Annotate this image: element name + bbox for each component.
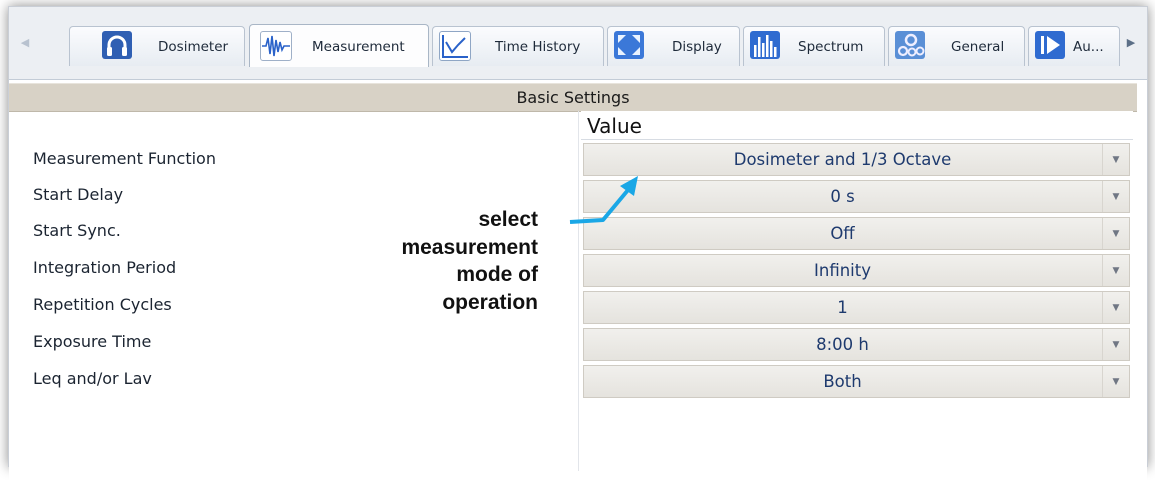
tab-label-spectrum: Spectrum xyxy=(798,39,864,55)
tab-auto[interactable]: Au... xyxy=(1028,26,1120,66)
tab-measurement[interactable]: Measurement xyxy=(249,24,429,67)
play-icon xyxy=(1035,31,1065,59)
leq-lav-dropdown[interactable]: Both ▼ xyxy=(583,365,1130,398)
annotation-line: measurement xyxy=(401,235,538,259)
annotation-line: operation xyxy=(442,290,538,314)
label-repetition-cycles: Repetition Cycles xyxy=(33,295,172,314)
tab-strip: ◀ Dosimeter Measurement Time History Dis… xyxy=(9,7,1147,79)
annotation-line: select xyxy=(478,208,538,231)
chevron-down-icon[interactable]: ▼ xyxy=(1102,366,1129,397)
label-leq-lav: Leq and/or Lav xyxy=(33,369,152,388)
settings-window: ◀ Dosimeter Measurement Time History Dis… xyxy=(8,6,1148,480)
label-exposure-time: Exposure Time xyxy=(33,332,152,351)
repetition-cycles-value: 1 xyxy=(837,298,848,317)
scroll-right-icon[interactable]: ▶ xyxy=(1123,26,1139,58)
settings-content: Basic Settings Value Measurement Functio… xyxy=(9,79,1147,480)
annotation-line: mode of xyxy=(456,263,538,286)
gears-icon xyxy=(895,31,925,59)
chevron-down-icon[interactable]: ▼ xyxy=(1102,144,1129,175)
tab-label-measurement: Measurement xyxy=(312,39,405,55)
tab-spectrum[interactable]: Spectrum xyxy=(743,26,885,66)
section-header: Basic Settings xyxy=(9,83,1137,112)
spectrum-bars-icon xyxy=(750,31,780,59)
tab-display[interactable]: Display xyxy=(607,26,740,66)
value-column-header: Value xyxy=(581,111,1133,140)
expand-arrows-icon xyxy=(614,31,644,59)
tab-label-time-history: Time History xyxy=(495,39,581,55)
annotation-arrow-icon xyxy=(569,176,638,224)
start-delay-dropdown[interactable]: 0 s ▼ xyxy=(583,180,1130,213)
measurement-function-dropdown[interactable]: Dosimeter and 1/3 Octave ▼ xyxy=(583,143,1130,176)
tab-label-display: Display xyxy=(672,39,722,55)
scroll-left-icon[interactable]: ◀ xyxy=(17,26,33,58)
label-start-sync: Start Sync. xyxy=(33,221,121,240)
exposure-time-value: 8:00 h xyxy=(816,335,869,354)
chevron-down-icon[interactable]: ▼ xyxy=(1102,218,1129,249)
label-integration-period: Integration Period xyxy=(33,258,177,277)
tab-label-dosimeter: Dosimeter xyxy=(158,39,229,55)
tab-label-auto: Au... xyxy=(1073,39,1104,55)
chevron-down-icon[interactable]: ▼ xyxy=(1102,292,1129,323)
repetition-cycles-dropdown[interactable]: 1 ▼ xyxy=(583,291,1130,324)
headphones-icon xyxy=(102,31,132,59)
measurement-function-value: Dosimeter and 1/3 Octave xyxy=(733,150,952,169)
integration-period-dropdown[interactable]: Infinity ▼ xyxy=(583,254,1130,287)
start-sync-dropdown[interactable]: Off ▼ xyxy=(583,217,1130,250)
annotation-callout: select measurement mode of operation xyxy=(318,206,538,316)
label-start-delay: Start Delay xyxy=(33,185,124,204)
exposure-time-dropdown[interactable]: 8:00 h ▼ xyxy=(583,328,1130,361)
line-chart-icon xyxy=(439,31,471,61)
leq-lav-value: Both xyxy=(823,372,862,391)
waveform-icon xyxy=(260,31,292,61)
integration-period-value: Infinity xyxy=(814,261,871,280)
tab-dosimeter[interactable]: Dosimeter xyxy=(69,26,245,66)
tab-label-general: General xyxy=(951,39,1005,55)
tab-general[interactable]: General xyxy=(888,26,1025,66)
tab-time-history[interactable]: Time History xyxy=(432,26,604,66)
start-sync-value: Off xyxy=(830,224,855,243)
start-delay-value: 0 s xyxy=(830,187,855,206)
chevron-down-icon[interactable]: ▼ xyxy=(1102,329,1129,360)
chevron-down-icon[interactable]: ▼ xyxy=(1102,181,1129,212)
chevron-down-icon[interactable]: ▼ xyxy=(1102,255,1129,286)
label-measurement-function: Measurement Function xyxy=(33,149,216,168)
